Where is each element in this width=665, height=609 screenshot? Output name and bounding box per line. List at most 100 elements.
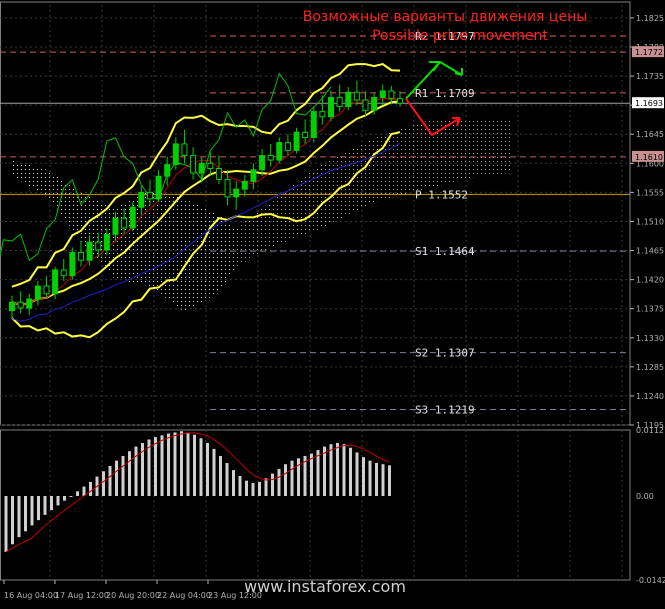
headline-russian: Возможные варианты движения цены (303, 9, 588, 25)
candle-body (379, 90, 386, 98)
time-tick-label: 16 Aug 04:00 (4, 591, 58, 600)
candle-body (259, 155, 266, 171)
osc-bar (37, 495, 40, 521)
candle-body (190, 155, 197, 174)
candle-body (86, 241, 93, 261)
candle-body (198, 162, 205, 174)
candle-body (181, 143, 188, 157)
candle-body (215, 167, 222, 180)
time-tick-label: 17 Aug 12:00 (55, 591, 109, 600)
osc-bar (69, 495, 73, 497)
candle-body (224, 178, 231, 198)
price-tick-label: 1.1735 (636, 72, 664, 81)
candle (328, 90, 335, 122)
candle (164, 156, 171, 186)
candle-body (103, 233, 110, 251)
osc-bar (310, 453, 313, 496)
candle-body (284, 142, 291, 151)
candle (155, 169, 162, 203)
osc-bar (316, 450, 320, 496)
candle (43, 276, 50, 298)
headline-english: Possible price movement (372, 28, 548, 44)
osc-tick-label: -0.01427 (636, 576, 665, 585)
candle-body (328, 96, 335, 118)
osc-bar (121, 455, 125, 496)
candle-body (121, 217, 128, 229)
candle-body (9, 301, 15, 312)
candle (353, 80, 360, 106)
candle-body (34, 285, 41, 300)
candle (69, 247, 76, 280)
candle-body (60, 269, 67, 277)
osc-bar (167, 433, 170, 496)
candle-body (172, 143, 179, 166)
osc-bar (115, 460, 118, 496)
level-label-s3: S3 1.1219 (415, 403, 475, 416)
candle (34, 280, 41, 306)
candle-body (146, 191, 153, 200)
candle-body (26, 298, 33, 309)
price-tick-label: 1.1645 (636, 130, 664, 139)
osc-bar (4, 495, 8, 552)
candle (52, 266, 59, 299)
osc-bar (329, 444, 333, 496)
osc-bar (388, 465, 391, 496)
osc-bar (50, 495, 53, 511)
candle-body (267, 155, 274, 161)
candle (9, 295, 15, 319)
candle-body (302, 131, 309, 138)
candle-body (155, 175, 162, 200)
osc-bar (323, 446, 326, 496)
candle-body (319, 111, 326, 118)
osc-bar (277, 468, 281, 496)
candle-body (250, 169, 257, 182)
osc-bar (251, 483, 255, 496)
candle (310, 106, 317, 143)
price-badge-label: 1.1610 (635, 153, 663, 162)
candle (172, 137, 179, 170)
candle (26, 293, 33, 316)
candle-body (77, 251, 84, 261)
candle (345, 87, 352, 111)
candle-body (233, 188, 240, 198)
osc-bar (290, 460, 294, 496)
price-tick-label: 1.1330 (636, 334, 664, 343)
candle (17, 291, 24, 314)
price-tick-label: 1.1465 (636, 247, 664, 256)
candle-body (207, 162, 214, 169)
candle (293, 127, 300, 154)
level-label-p: P 1.1552 (415, 188, 468, 201)
candle (77, 240, 84, 267)
osc-bar (108, 465, 112, 496)
candle (336, 84, 343, 112)
osc-bar (102, 471, 105, 496)
candle-body (397, 98, 403, 104)
osc-bar (258, 481, 261, 496)
osc-bar (368, 460, 372, 496)
osc-bar (342, 444, 346, 496)
price-tick-label: 1.1240 (636, 392, 664, 401)
candle (362, 90, 369, 117)
osc-bar (17, 495, 21, 538)
osc-bar (349, 447, 352, 496)
osc-bar (24, 495, 27, 532)
candle-body (371, 96, 378, 111)
osc-bar (232, 470, 235, 496)
osc-bar (206, 443, 209, 496)
osc-bar (336, 443, 339, 496)
candle-body (362, 99, 369, 111)
candle (302, 119, 309, 144)
osc-bar (173, 432, 177, 496)
candle-body (17, 301, 24, 309)
price-tick-label: 1.1825 (636, 14, 664, 23)
grid (0, 1, 631, 581)
osc-bar (212, 448, 216, 496)
candle-body (129, 206, 136, 229)
osc-bar (134, 446, 138, 496)
price-chart: R2 1.1797R1 1.1709P 1.1552S1 1.1464S2 1.… (0, 1, 665, 600)
candle-body (241, 180, 248, 190)
osc-bar (375, 463, 378, 496)
candle (241, 174, 248, 197)
osc-bar (154, 437, 157, 496)
candle (267, 143, 274, 167)
